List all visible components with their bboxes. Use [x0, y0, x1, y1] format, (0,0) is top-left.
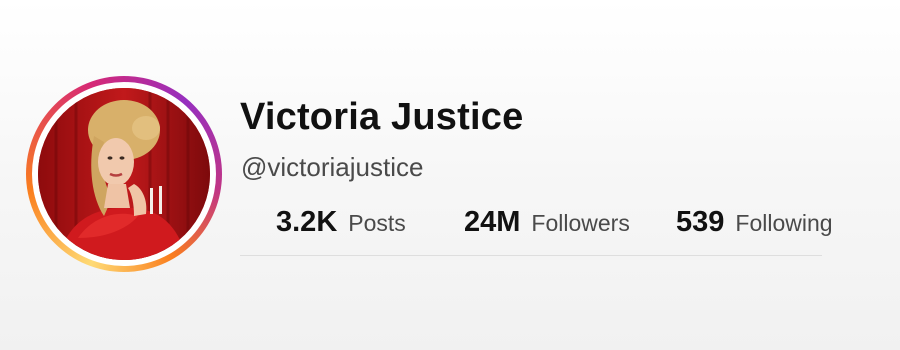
profile-photo-icon [38, 88, 210, 260]
stats-divider [240, 255, 822, 256]
following-label: Following [735, 210, 833, 236]
profile-header: Victoria Justice @victoriajustice 3.2K P… [0, 0, 900, 350]
avatar-story-ring[interactable] [26, 76, 222, 272]
avatar[interactable] [38, 88, 210, 260]
posts-label: Posts [348, 210, 406, 236]
profile-display-name: Victoria Justice [240, 96, 524, 138]
stat-followers[interactable]: 24M Followers [464, 206, 630, 239]
posts-count: 3.2K [276, 206, 338, 238]
profile-username: @victoriajustice [241, 152, 424, 182]
followers-label: Followers [531, 210, 630, 236]
stat-posts[interactable]: 3.2K Posts [276, 206, 406, 239]
avatar-ring-gap [32, 82, 216, 266]
following-count: 539 [676, 206, 725, 238]
stat-following[interactable]: 539 Following [676, 206, 833, 239]
followers-count: 24M [464, 206, 521, 238]
